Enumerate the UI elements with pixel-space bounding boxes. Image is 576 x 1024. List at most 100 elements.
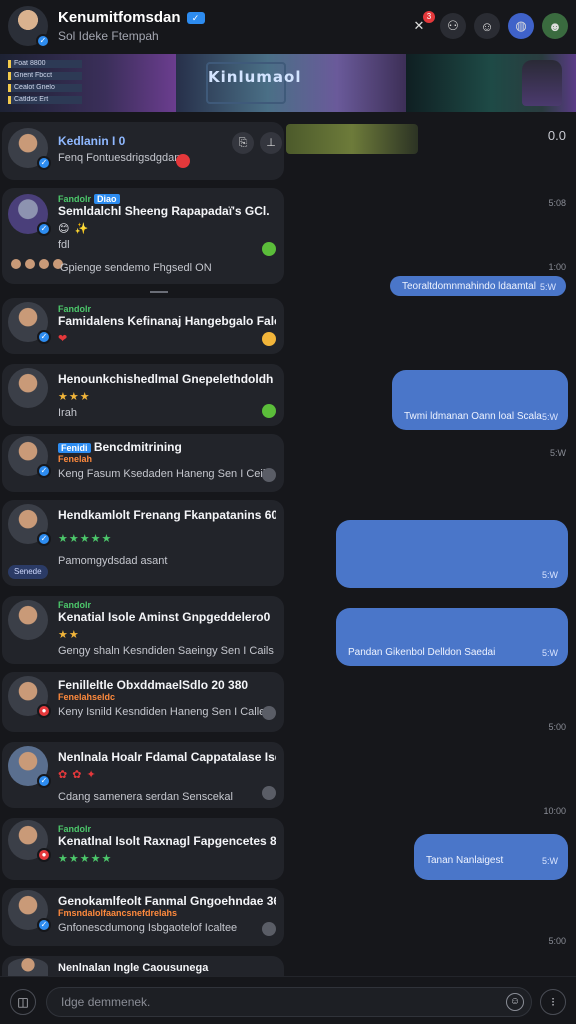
reply-chip[interactable]: Senede — [8, 565, 48, 579]
outgoing-message[interactable]: 5:W — [336, 520, 568, 588]
verified-icon: ✓ — [37, 156, 51, 170]
sender-tag-label: Fandolr — [58, 194, 91, 204]
header-text: Kenumitfomsdan ✓ Sol Ideke Ftempah — [58, 9, 406, 43]
sender-tag: Fandolr — [58, 304, 91, 314]
rating-stars: ★★★ — [58, 390, 276, 403]
avatar[interactable]: ● — [8, 820, 51, 862]
verified-icon: ✓ — [37, 222, 51, 236]
avatar[interactable]: ● — [8, 676, 51, 718]
avatar[interactable]: ✓ — [8, 194, 51, 236]
outgoing-message[interactable]: Twmi ldmanan Oann loal Scala 5:W — [392, 370, 568, 430]
message-card[interactable]: ● Fenilleltle ObxddmaelSdlo 20 380 Fenel… — [2, 672, 284, 732]
participant-avatars[interactable] — [10, 258, 64, 270]
sender-tag: Fandolr — [58, 824, 91, 834]
sender-tag: Fmsndalolfaancsnefdrelahs — [58, 908, 178, 918]
reaction-icon[interactable] — [262, 404, 276, 418]
user-avatar-icon[interactable] — [262, 786, 276, 800]
profile-icon[interactable]: ☻ — [542, 13, 568, 39]
avatar[interactable] — [8, 368, 48, 408]
attach-icon[interactable]: ◫ — [10, 989, 36, 1015]
header-actions: ✕ 3 ⚇ ☺ ◍ ☻ — [406, 11, 568, 39]
avatar[interactable]: ✓ — [8, 890, 51, 932]
discord-icon[interactable]: ◍ — [508, 13, 534, 39]
message-body: Nenlnala Hoalr Fdamal Cappatalase Isdit … — [58, 750, 276, 803]
message-text: Gnfonescdumong Isbgaotelof Icaltee — [58, 922, 238, 934]
message-text: Tanan Nanlaigest — [426, 855, 504, 866]
emoji-picker-icon[interactable]: ☺ — [506, 993, 524, 1011]
message-body: Genokamlfeolt Fanmal Gngoehndae 360 Fmsn… — [58, 894, 276, 934]
banner-stat: Gnent Fbcct — [8, 72, 82, 80]
notification-count: 3 — [423, 11, 435, 23]
banner-stat: Foat 8800 — [8, 60, 82, 68]
message-text: Gpienge sendemo Fhgsedl ON — [60, 262, 212, 274]
outgoing-message[interactable]: Pandan Gikenbol Delldon Saedai 5:W — [336, 608, 568, 666]
avatar[interactable]: ✓ — [8, 128, 51, 170]
copy-icon[interactable]: ⎘ — [232, 132, 254, 154]
controller-icon[interactable]: ⚇ — [440, 13, 466, 39]
message-card[interactable]: Nenlnalan Ingle Caousunega — [2, 956, 284, 976]
participant-avatar — [38, 258, 50, 270]
voice-icon[interactable]: ⁝ — [540, 989, 566, 1015]
avatar[interactable] — [8, 958, 48, 976]
emoji-row: ✿ ✿ ✦ — [58, 768, 276, 781]
reaction-icon[interactable] — [262, 332, 276, 346]
channel-avatar[interactable]: ✓ — [8, 6, 50, 48]
avatar[interactable] — [8, 600, 48, 640]
avatar[interactable]: ✓ — [8, 746, 51, 788]
message-text: fdl — [58, 239, 70, 251]
verified-icon: ✓ — [37, 532, 51, 546]
participant-avatar — [24, 258, 36, 270]
timestamp: 0.0 — [547, 128, 566, 143]
user-avatar-icon[interactable] — [262, 468, 276, 482]
sender-name: Nenlnala Hoalr Fdamal Cappatalase Isdit — [58, 750, 276, 764]
channel-subtitle: Sol Ideke Ftempah — [58, 29, 159, 43]
outgoing-message[interactable]: Teoraltdomnmahindo ldaamtal 5:W — [390, 276, 566, 296]
sticker-icon[interactable]: ☺ — [474, 13, 500, 39]
verified-icon: ✓ — [37, 774, 51, 788]
message-body: Fandolr Kenatlnal Isolt Raxnagl Fapgence… — [58, 824, 276, 865]
avatar[interactable]: ✓ — [8, 504, 51, 546]
message-body: Fandolr Diao Semldalchl Sheeng Rapapadaï'… — [58, 194, 276, 251]
message-card[interactable]: ✓ Fenidi Bencdmitrining Fenelah Keng Fas… — [2, 434, 284, 492]
user-avatar-icon[interactable] — [262, 706, 276, 720]
message-status: 5:W — [539, 282, 556, 292]
message-text: Cdang samenera serdan Senscekal — [58, 791, 233, 803]
message-card[interactable]: ✓ Genokamlfeolt Fanmal Gngoehndae 360 Fm… — [2, 888, 284, 946]
banner-stat: Cealot Gnelo — [8, 84, 82, 92]
message-body: Fenilleltle ObxddmaelSdlo 20 380 Fenelah… — [58, 678, 276, 718]
message-status: 5:W — [541, 570, 558, 580]
message-text: Twmi ldmanan Oann loal Scala — [404, 411, 542, 422]
message-card[interactable]: ✓ Nenlnala Hoalr Fdamal Cappatalase Isdi… — [2, 742, 284, 808]
banner-logo: Kinlumaol — [208, 68, 302, 86]
message-card[interactable]: Fandolr Kenatial Isole Aminst Gnpgeddele… — [2, 596, 284, 664]
sender-tag: Fenelahseldc — [58, 692, 116, 702]
verified-icon: ✓ — [37, 330, 51, 344]
message-body: Fandolr Kenatial Isole Aminst Gnpgeddele… — [58, 600, 276, 657]
message-card[interactable]: ✓ Fandolr Famidalens Kefinanaj Hangebgal… — [2, 298, 284, 354]
message-body: Nenlnalan Ingle Caousunega — [58, 962, 276, 974]
banner-stats-list: Foat 8800 Gnent Fbcct Cealot Gnelo Catld… — [8, 60, 82, 108]
message-card[interactable]: ✓ Kedlanin I 0 Fenq Fontuesdrigsdgdan ⎘ … — [2, 122, 284, 180]
attachment-thumbnail[interactable] — [286, 124, 418, 154]
heart-icon: ❤ — [58, 333, 69, 345]
mention-icon[interactable]: ✕ 3 — [406, 11, 435, 39]
reaction-icon[interactable] — [176, 154, 190, 168]
flower-icon: ✿ ✿ ✦ — [58, 769, 97, 781]
star-icon: ★★★★★ — [58, 533, 113, 545]
user-avatar-icon[interactable] — [262, 922, 276, 936]
message-status: 5:W — [541, 856, 558, 866]
pin-icon[interactable]: ⊥ — [260, 132, 282, 154]
message-input[interactable] — [46, 987, 532, 1017]
message-card[interactable]: ✓ Fandolr Diao Semldalchl Sheeng Rapapada… — [2, 188, 284, 284]
avatar[interactable]: ✓ — [8, 302, 51, 344]
sender-name: Kenatial Isole Aminst Gnpgeddelero0 — [58, 610, 271, 624]
message-body: Hendkamlolt Frenang Fkanpatanins 60 ★★★★… — [58, 508, 276, 567]
sender-name: Fenidi Bencdmitrining — [58, 440, 276, 454]
reaction-icon[interactable] — [262, 242, 276, 256]
outgoing-message[interactable]: Tanan Nanlaigest 5:W — [414, 834, 568, 880]
message-card[interactable]: ● Fandolr Kenatlnal Isolt Raxnagl Fapgen… — [2, 818, 284, 880]
hero-banner[interactable]: Foat 8800 Gnent Fbcct Cealot Gnelo Catld… — [0, 54, 576, 112]
avatar[interactable]: ✓ — [8, 436, 51, 478]
message-body: Henounkchishedlmal Gnepelethdoldh ★★★ Ir… — [58, 372, 276, 419]
message-card[interactable]: Henounkchishedlmal Gnepelethdoldh ★★★ Ir… — [2, 364, 284, 426]
